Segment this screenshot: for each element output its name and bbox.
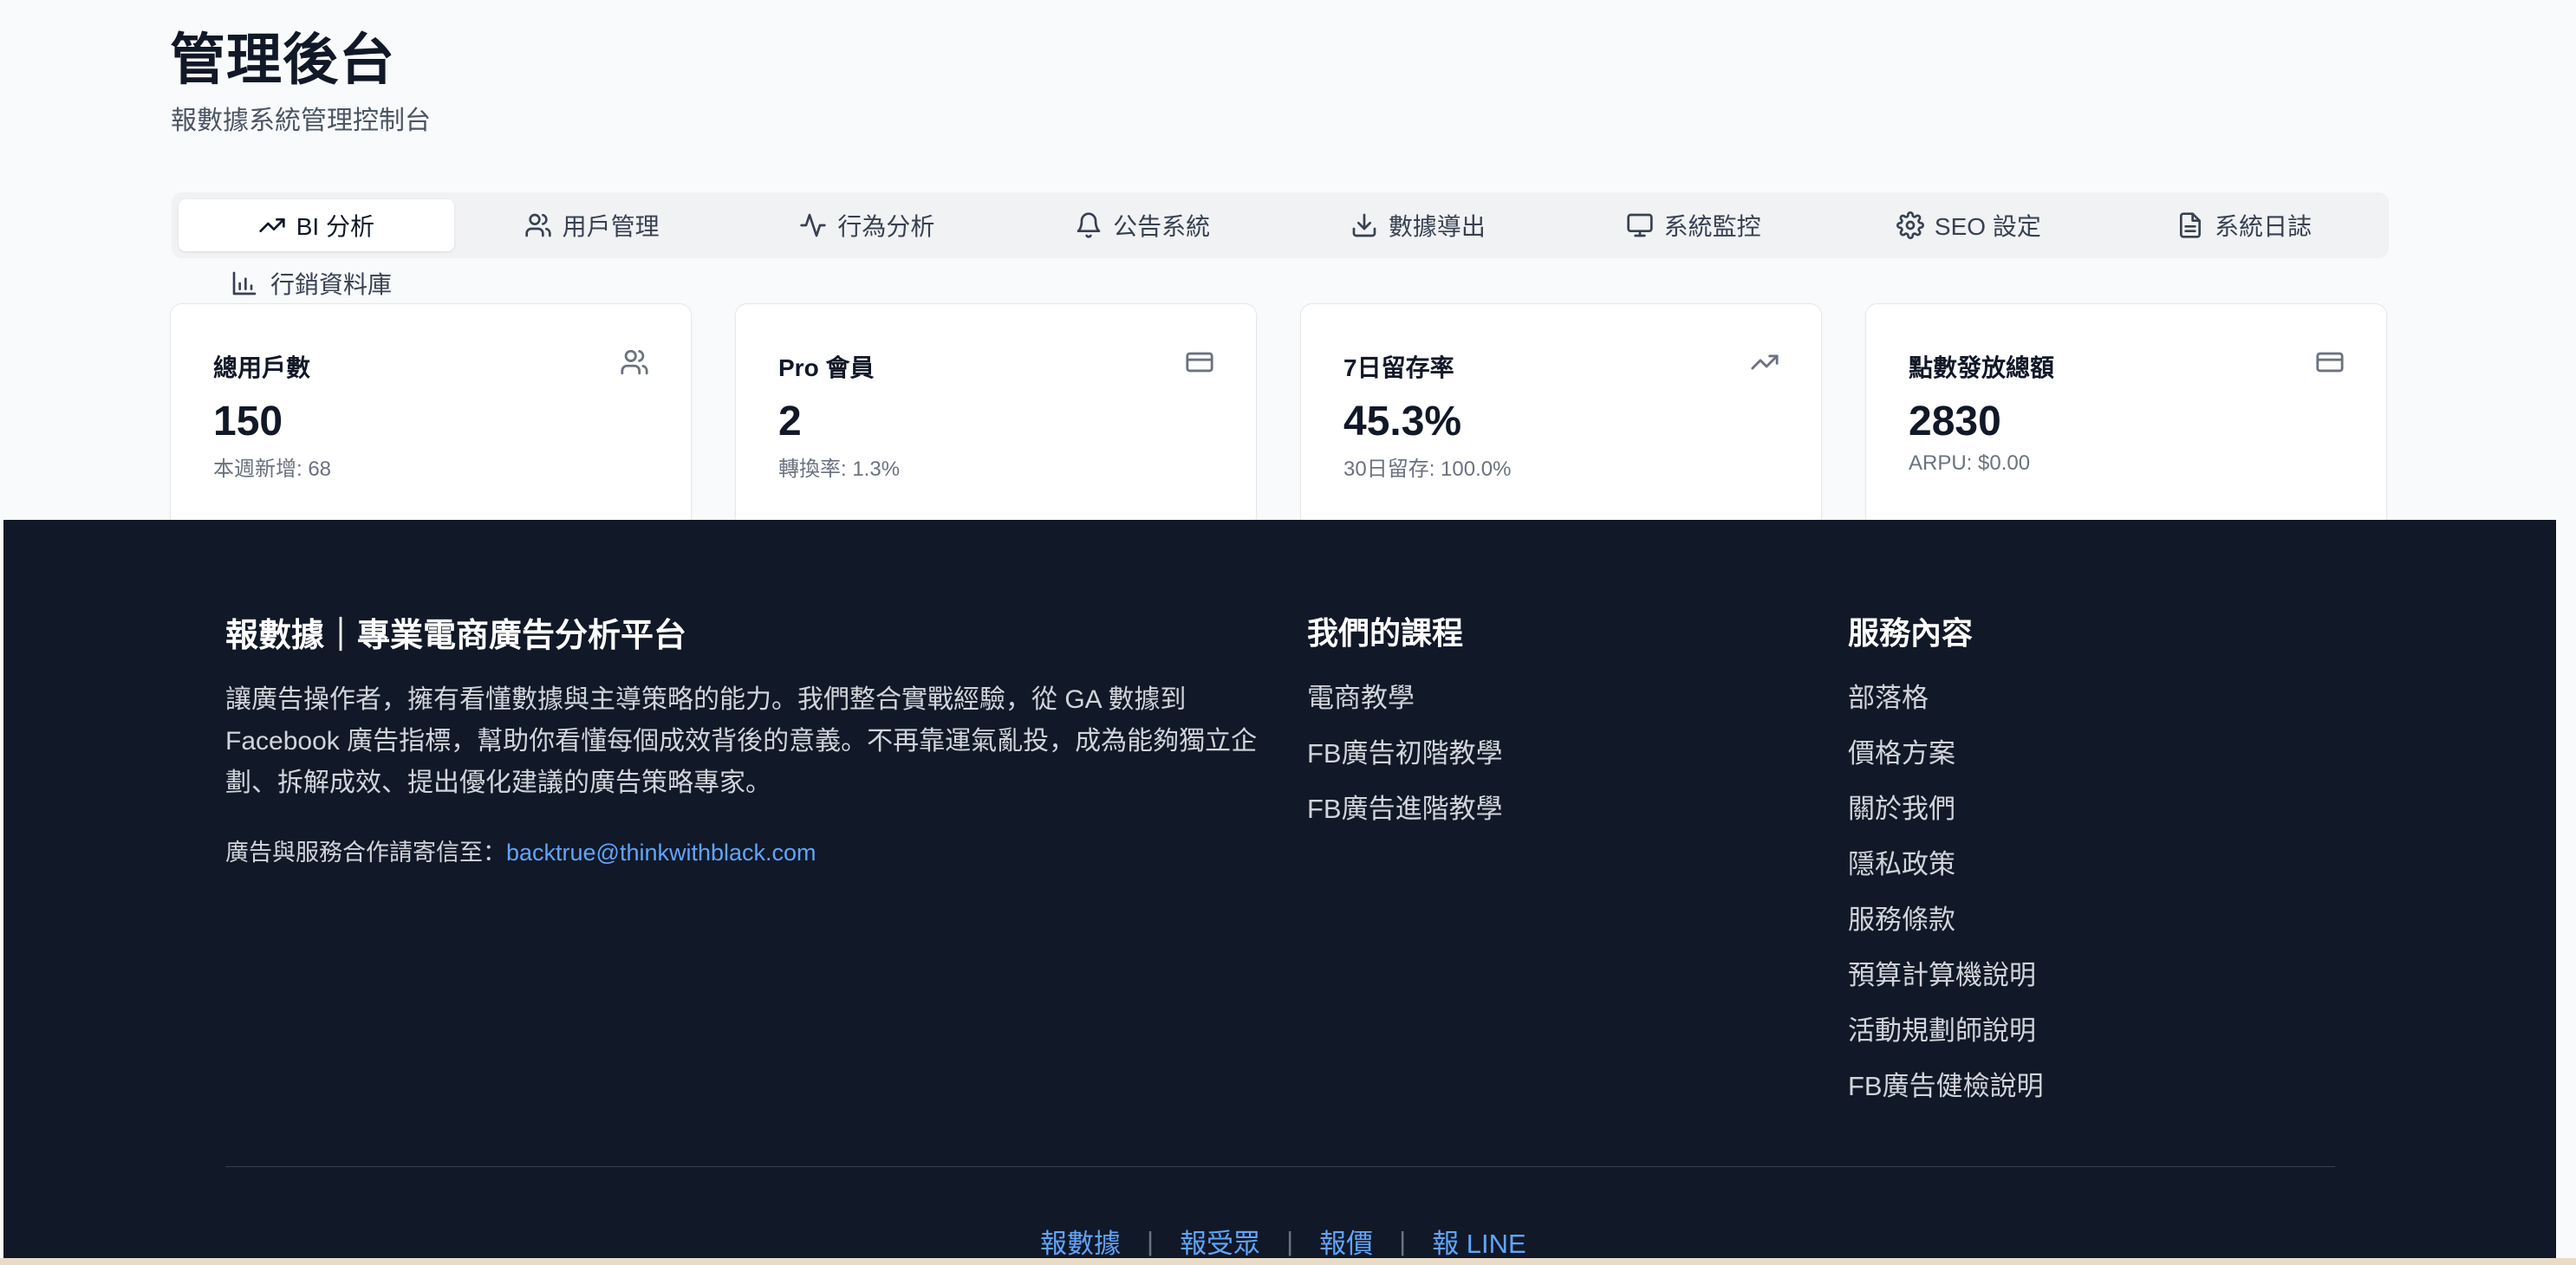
link-separator: |: [1147, 1225, 1155, 1256]
service-link[interactable]: 價格方案: [1848, 733, 2044, 788]
courses-list: 電商教學 FB廣告初階教學 FB廣告進階教學: [1307, 678, 1503, 844]
tab-system-monitor[interactable]: 系統監控: [1556, 199, 1831, 251]
bottom-link-bao-shouzhong[interactable]: 報受眾: [1180, 1222, 1260, 1261]
tab-label: 行銷資料庫: [270, 271, 393, 298]
footer-description: 讓廣告操作者，擁有看懂數據與主導策略的能力。我們整合實戰經驗，從 GA 數據到 …: [225, 685, 1258, 797]
course-link[interactable]: 電商教學: [1307, 678, 1503, 733]
stat-sub: ARPU: $0.00: [1909, 451, 2031, 475]
tab-label: 行為分析: [837, 213, 935, 240]
tab-announcements[interactable]: 公告系統: [1005, 199, 1280, 251]
stat-label: 點數發放總額: [1909, 354, 2055, 381]
link-separator: |: [1286, 1225, 1294, 1256]
service-link[interactable]: 關於我們: [1848, 788, 2044, 844]
tab-bar: BI 分析 用戶管理 行為分析 公告系統 數據導出 系統監控 SEO 設定 系統…: [172, 192, 2389, 258]
stat-value: 150: [213, 399, 283, 444]
services-list: 部落格 價格方案 關於我們 隱私政策 服務條款 預算計算機說明 活動規劃師說明 …: [1848, 678, 2044, 1121]
bottom-link-bao-shuju[interactable]: 報數據: [1040, 1222, 1121, 1261]
tab-label: 用戶管理: [562, 213, 660, 240]
stat-value: 2: [778, 399, 802, 444]
tab-data-export[interactable]: 數據導出: [1280, 199, 1556, 251]
tab-label: SEO 設定: [1934, 213, 2041, 240]
footer-bottom-links: 報數據 | 報受眾 | 報價 | 報 LINE: [1040, 1222, 1526, 1261]
credit-card-icon: [2316, 352, 2344, 373]
file-text-icon: [2180, 212, 2202, 238]
tab-label: 系統日誌: [2215, 213, 2313, 240]
course-link[interactable]: FB廣告進階教學: [1307, 788, 1503, 844]
tab-label: 數據導出: [1388, 213, 1486, 240]
footer-divider: [225, 1166, 2335, 1167]
service-link[interactable]: 隱私政策: [1848, 844, 2044, 899]
tab-seo-settings[interactable]: SEO 設定: [1831, 199, 2107, 251]
link-separator: |: [1399, 1225, 1407, 1256]
services-title: 服務內容: [1848, 615, 1974, 651]
tab-behavior-analysis[interactable]: 行為分析: [730, 199, 1005, 251]
stat-sub: 30日留存: 100.0%: [1343, 457, 1512, 481]
tab-user-management[interactable]: 用戶管理: [454, 199, 730, 251]
service-link[interactable]: 部落格: [1848, 678, 2044, 733]
users-icon: [524, 213, 551, 237]
tab-bi-analysis[interactable]: BI 分析: [179, 199, 454, 251]
stat-value: 45.3%: [1343, 399, 1462, 444]
tab-system-logs[interactable]: 系統日誌: [2106, 199, 2382, 251]
page-subtitle: 報數據系統管理控制台: [171, 107, 431, 135]
stat-value: 2830: [1909, 399, 2001, 444]
tab-label: 公告系統: [1113, 213, 1211, 240]
stat-label: 7日留存率: [1343, 354, 1454, 381]
bottom-link-bao-line[interactable]: 報 LINE: [1432, 1222, 1526, 1261]
tab-label: 系統監控: [1663, 213, 1761, 240]
stat-card-pro-members: Pro 會員 2 轉換率: 1.3%: [735, 303, 1257, 529]
admin-page: 管理後台 報數據系統管理控制台 BI 分析 用戶管理 行為分析 公告系統 數據導…: [0, 0, 2576, 1265]
bottom-link-bao-jia[interactable]: 報價: [1319, 1222, 1373, 1261]
gear-icon: [1896, 211, 1924, 239]
service-link[interactable]: FB廣告健檢說明: [1848, 1066, 2044, 1121]
tab-marketing-database[interactable]: 行銷資料庫: [231, 265, 392, 302]
stat-card-retention: 7日留存率 45.3% 30日留存: 100.0%: [1300, 303, 1822, 529]
stat-sub: 轉換率: 1.3%: [778, 457, 901, 481]
service-link[interactable]: 活動規劃師說明: [1848, 1010, 2044, 1066]
bar-chart-icon: [232, 271, 257, 295]
tab-label: BI 分析: [296, 213, 374, 240]
courses-title: 我們的課程: [1307, 615, 1464, 651]
page-title: 管理後台: [170, 29, 395, 91]
contact-prefix: 廣告與服務合作請寄信至：: [225, 840, 506, 866]
stat-sub: 本週新增: 68: [213, 457, 332, 481]
stat-card-points-issued: 點數發放總額 2830 ARPU: $0.00: [1865, 303, 2387, 529]
footer-contact: 廣告與服務合作請寄信至：backtrue@thinkwithblack.com: [225, 834, 816, 867]
monitor-icon: [1626, 213, 1653, 237]
site-footer: 報數據｜專業電商廣告分析平台 讓廣告操作者，擁有看懂數據與主導策略的能力。我們整…: [3, 520, 2556, 1261]
download-icon: [1352, 213, 1376, 237]
service-link[interactable]: 預算計算機說明: [1848, 955, 2044, 1010]
trending-up-icon: [259, 218, 285, 232]
footer-brand-title: 報數據｜專業電商廣告分析平台: [225, 618, 687, 654]
credit-card-icon: [1186, 352, 1213, 373]
service-link[interactable]: 服務條款: [1848, 899, 2044, 955]
course-link[interactable]: FB廣告初階教學: [1307, 733, 1503, 788]
stat-label: Pro 會員: [778, 354, 875, 381]
contact-email-link[interactable]: backtrue@thinkwithblack.com: [506, 840, 816, 866]
stat-card-total-users: 總用戶數 150 本週新增: 68: [170, 303, 692, 529]
users-icon: [621, 349, 648, 375]
bell-icon: [1077, 212, 1101, 238]
bottom-edge-strip: [0, 1258, 2576, 1265]
stat-label: 總用戶數: [213, 354, 311, 381]
trending-up-icon: [1751, 354, 1779, 370]
activity-icon: [800, 213, 827, 237]
